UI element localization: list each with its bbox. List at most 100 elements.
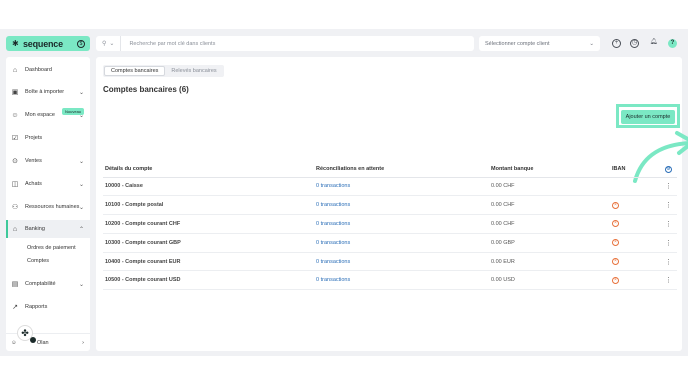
sidebar-item-accounting[interactable]: ▤ Comptabilité ⌄ — [6, 275, 90, 293]
row-actions[interactable]: ⋮ — [663, 177, 677, 197]
sidebar: ⌂ Dashboard ▣ Boîte à importer ⌄ ☺ Mon e… — [6, 57, 90, 351]
search-bar: ⚲ ⌄ — [96, 36, 474, 51]
sidebar-subitem-accounts[interactable]: Comptes — [27, 258, 49, 264]
sidebar-item-label: Boîte à importer — [25, 89, 65, 95]
column-header-amount[interactable]: Montant banque — [489, 162, 610, 178]
sidebar-item-label: Comptabilité — [25, 281, 56, 287]
logo[interactable]: ✱ sequence $ — [6, 36, 90, 51]
iban-missing-icon: × — [612, 258, 619, 266]
sidebar-item-label: Mon espace — [25, 112, 55, 118]
bank-amount: 0.00 CHF — [489, 177, 610, 197]
user-circle-icon: ☺ — [11, 339, 17, 346]
chevron-down-icon: ⌄ — [589, 40, 594, 47]
pending-transactions-link[interactable]: 0 transactions — [314, 252, 489, 272]
bag-icon: ◫ — [11, 181, 19, 188]
sidebar-item-purchases[interactable]: ◫ Achats ⌄ — [6, 175, 90, 193]
currency-icon[interactable]: $ — [77, 39, 85, 48]
more-vertical-icon[interactable]: ⋮ — [665, 259, 672, 266]
sidebar-subitem-payment-orders[interactable]: Ordres de paiement — [27, 245, 76, 251]
column-header-pending[interactable]: Réconciliations en attente — [314, 162, 489, 178]
account-name[interactable]: 10100 - Compte postal — [103, 195, 314, 216]
table-row[interactable]: 10400 - Compte courant EUR 0 transactions… — [103, 252, 677, 272]
sidebar-item-projects[interactable]: ☑ Projets — [6, 129, 90, 147]
sidebar-item-sales[interactable]: ⊙ Ventes ⌄ — [6, 152, 90, 170]
client-select-value: Sélectionner compte client — [485, 40, 550, 47]
account-name[interactable]: 10400 - Compte courant EUR — [103, 252, 314, 272]
iban-cell: × — [610, 252, 663, 272]
sidebar-item-label: Achats — [25, 181, 42, 187]
sidebar-item-label: Dashboard — [25, 67, 52, 73]
account-name[interactable]: 10300 - Compte courant GBP — [103, 233, 314, 253]
iban-missing-icon: × — [612, 239, 619, 247]
add-account-button[interactable]: Ajouter un compte — [621, 110, 675, 124]
bell-icon[interactable]: 🔔︎ — [649, 39, 658, 48]
more-vertical-icon[interactable]: ⋮ — [665, 240, 672, 247]
avatar-status-dot — [30, 337, 36, 343]
more-vertical-icon[interactable]: ⋮ — [665, 221, 672, 228]
chevron-right-icon: › — [82, 339, 84, 346]
pending-transactions-link[interactable]: 0 transactions — [314, 214, 489, 234]
table-row[interactable]: 10100 - Compte postal 0 transactions 0.00 … — [103, 195, 677, 216]
new-badge: Nouveau — [62, 108, 85, 115]
more-vertical-icon[interactable]: ⋮ — [665, 277, 672, 284]
row-actions[interactable]: ⋮ — [663, 252, 677, 272]
table-row[interactable]: 10300 - Compte courant GBP 0 transactions… — [103, 233, 677, 253]
sidebar-item-hr[interactable]: ⚇ Ressources humaines ⌄ — [6, 198, 90, 216]
pending-transactions-link[interactable]: 0 transactions — [314, 270, 489, 291]
tab-bank-statements[interactable]: Relevés bancaires — [165, 66, 222, 76]
iban-cell: × — [610, 233, 663, 253]
account-name[interactable]: 10200 - Compte courant CHF — [103, 214, 314, 234]
inbox-icon: ▣ — [11, 89, 19, 96]
sidebar-item-banking[interactable]: ⌂ Banking ⌃ — [6, 220, 90, 238]
column-header-details[interactable]: Détails du compte — [103, 162, 314, 178]
sidebar-item-dashboard[interactable]: ⌂ Dashboard — [6, 61, 90, 79]
sidebar-item-reports[interactable]: ↗ Rapports — [6, 298, 90, 316]
pending-transactions-link[interactable]: 0 transactions — [314, 177, 489, 197]
more-vertical-icon[interactable]: ⋮ — [665, 183, 672, 190]
chevron-down-icon: ⌄ — [78, 158, 84, 165]
iban-missing-icon: × — [612, 220, 619, 228]
plus-icon[interactable]: + — [612, 39, 621, 48]
logo-text: sequence — [23, 38, 63, 49]
bank-amount: 0.00 EUR — [489, 252, 610, 272]
client-select[interactable]: Sélectionner compte client ⌄ — [479, 36, 600, 51]
iban-missing-icon: × — [612, 276, 619, 284]
user-name: Olan — [37, 339, 49, 346]
account-name[interactable]: 10000 - Caisse — [103, 177, 314, 197]
bank-amount: 0.00 CHF — [489, 195, 610, 216]
people-icon: ⚇ — [11, 204, 19, 211]
search-filter[interactable]: ⚲ ⌄ — [96, 36, 122, 51]
pending-transactions-link[interactable]: 0 transactions — [314, 233, 489, 253]
more-vertical-icon[interactable]: ⋮ — [665, 202, 672, 209]
iban-missing-icon: × — [612, 201, 619, 209]
table-row[interactable]: 10200 - Compte courant CHF 0 transactions… — [103, 214, 677, 234]
sidebar-item-inbox[interactable]: ▣ Boîte à importer ⌄ — [6, 83, 90, 101]
row-actions[interactable]: ⋮ — [663, 214, 677, 234]
chevron-down-icon: ⌄ — [78, 204, 84, 211]
row-actions[interactable]: ⋮ — [663, 233, 677, 253]
table-row[interactable]: 10000 - Caisse 0 transactions 0.00 CHF ⋮ — [103, 177, 677, 197]
sidebar-item-label: Ventes — [25, 158, 42, 164]
tab-bank-accounts[interactable]: Comptes bancaires — [104, 66, 166, 76]
help-icon[interactable]: ? — [668, 39, 677, 48]
row-actions[interactable]: ⋮ — [663, 270, 677, 291]
column-settings[interactable]: ⚙ — [663, 162, 677, 178]
account-name[interactable]: 10500 - Compte courant USD — [103, 270, 314, 291]
clock-icon[interactable]: ◷ — [630, 39, 639, 48]
tab-bar: Comptes bancaires Relevés bancaires — [103, 65, 224, 77]
pending-transactions-link[interactable]: 0 transactions — [314, 195, 489, 216]
iban-cell: × — [610, 270, 663, 291]
gear-icon[interactable]: ⚙ — [665, 165, 672, 173]
table-header-row: Détails du compte Réconciliations en att… — [103, 162, 677, 178]
chart-icon: ↗ — [12, 304, 18, 311]
column-header-iban[interactable]: IBAN — [610, 162, 663, 178]
accounts-table: Détails du compte Réconciliations en att… — [103, 162, 677, 291]
chevron-up-icon: ⌃ — [78, 226, 84, 233]
bank-amount: 0.00 USD — [489, 270, 610, 291]
sales-icon: ⊙ — [12, 158, 18, 165]
search-input[interactable] — [121, 36, 474, 51]
chevron-down-icon: ⌄ — [78, 281, 84, 288]
row-actions[interactable]: ⋮ — [663, 195, 677, 216]
table-row[interactable]: 10500 - Compte courant USD 0 transactions… — [103, 270, 677, 291]
main-panel: Comptes bancaires Relevés bancaires Comp… — [96, 57, 688, 351]
